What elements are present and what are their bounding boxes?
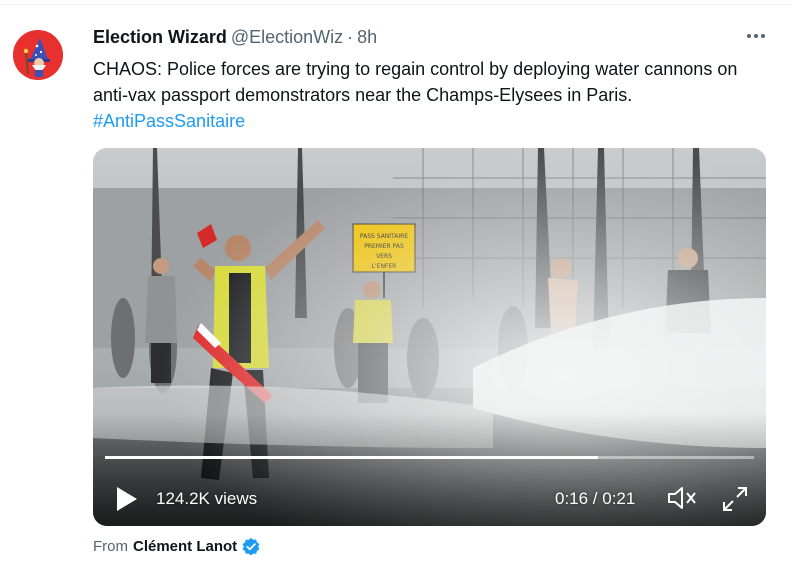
tweet-card[interactable]: Election Wizard @ElectionWiz · 8h CHAOS: Po… (0, 0, 811, 570)
tweet-timestamp[interactable]: 8h (357, 27, 377, 47)
verified-badge-icon (241, 537, 261, 557)
tweet-body: CHAOS: Police forces are trying to regai… (93, 59, 738, 105)
more-options-icon[interactable] (744, 26, 768, 46)
tweet-header: Election Wizard @ElectionWiz · 8h (93, 26, 377, 48)
expand-icon[interactable] (720, 484, 750, 514)
tweet-text: CHAOS: Police forces are trying to regai… (93, 56, 773, 134)
separator-dot: · (347, 27, 354, 47)
source-account-name[interactable]: Clément Lanot (133, 536, 237, 558)
video-progress-bar[interactable] (105, 456, 754, 459)
video-progress-fill (105, 456, 599, 459)
play-icon[interactable] (113, 484, 139, 514)
video-frame: PASS SANITAIRE PREMIER PAS VERS L'ENFER (93, 148, 766, 526)
video-attribution: From Clément Lanot (93, 536, 261, 558)
video-timecode: 0:16 / 0:21 (555, 489, 636, 508)
video-player[interactable]: PASS SANITAIRE PREMIER PAS VERS L'ENFER (93, 148, 766, 526)
from-label: From (93, 538, 128, 555)
hashtag-link[interactable]: #AntiPassSanitaire (93, 111, 245, 131)
wizard-avatar-icon[interactable] (13, 30, 63, 80)
view-count: 124.2K views (156, 489, 258, 508)
author-handle[interactable]: @ElectionWiz (231, 27, 343, 47)
divider (0, 4, 790, 5)
author-display-name[interactable]: Election Wizard (93, 27, 227, 47)
muted-speaker-icon[interactable] (666, 484, 698, 512)
